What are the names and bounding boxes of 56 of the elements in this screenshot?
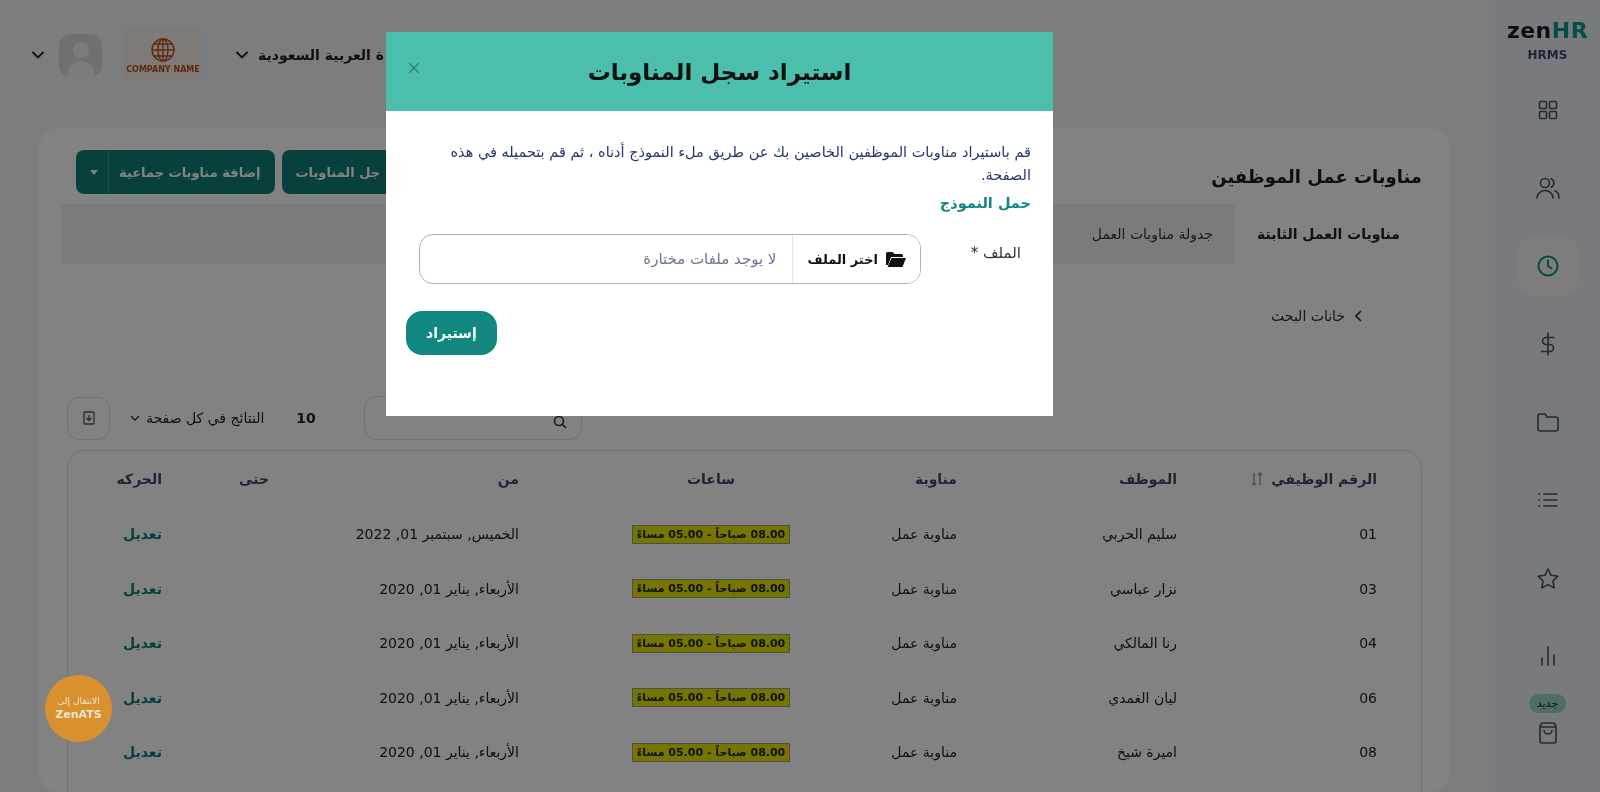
page-title: مناوبات عمل الموظفين — [1211, 166, 1422, 187]
column-header: حتى — [238, 471, 270, 487]
table-cell-text: نزار عباسي — [1109, 580, 1178, 597]
edit-link[interactable]: تعديل — [68, 635, 181, 652]
choose-file-button[interactable]: اختر الملف — [792, 235, 920, 283]
search-filters-toggle[interactable]: خانات البحث — [1271, 308, 1345, 324]
download-template-link[interactable]: حمل النموذج — [939, 195, 1031, 211]
hours-badge: 08.00 صباحاً - 05.00 مساءً — [631, 524, 791, 544]
table-cell-text: مناوبة عمل — [890, 689, 958, 706]
new-badge: جديد — [1528, 694, 1567, 713]
table-cell-text: 08 — [1358, 744, 1378, 761]
column-header: ساعات — [686, 471, 736, 487]
page-size-value: 10 — [296, 410, 316, 426]
table-cell-text: 04 — [1358, 635, 1378, 652]
zenhr-logo: zenHR — [1506, 20, 1589, 42]
hours-badge: 08.00 صباحاً - 05.00 مساءً — [631, 633, 791, 653]
table-cell-text: الأربعاء, يناير 01, 2020 — [378, 580, 520, 597]
tab[interactable]: مناوبات العمل الثابتة — [1235, 204, 1422, 264]
column-header: الحركه — [115, 471, 163, 487]
table-cell-text: الخميس, سبتمبر 01, 2022 — [354, 526, 520, 543]
edit-link[interactable]: تعديل — [68, 580, 181, 597]
product-name: HRMS — [1527, 48, 1568, 62]
table-cell-text: الأربعاء, يناير 01, 2020 — [378, 744, 520, 761]
column-header: الموظف — [1117, 471, 1178, 487]
tab[interactable]: جدولة مناوبات العمل — [1069, 204, 1235, 264]
bulk-add-split-button[interactable]: إضافة مناوبات جماعية — [76, 150, 275, 194]
table-cell-text: سليم الحربي — [1101, 526, 1178, 543]
modal-description: قم باستيراد مناوبات الموظفين الخاصين بك عن طريق ملء النموذج أدناه ، ثم قم بتحميله في هذه الصفحة. — [449, 141, 1031, 185]
file-input-field[interactable]: اختر الملف لا يوجد ملفات مختارة — [419, 234, 921, 284]
country-selector[interactable]: ة العربية السعودية — [258, 47, 385, 63]
company-logo: COMPANY NAME — [124, 29, 202, 81]
file-placeholder: لا يوجد ملفات مختارة — [643, 249, 778, 270]
table-cell-text: مناوبة عمل — [890, 744, 958, 761]
import-button[interactable]: إستيراد — [406, 311, 497, 355]
table-cell-text: ليان الغمدي — [1107, 689, 1178, 706]
modal-title: استيراد سجل المناوبات — [587, 58, 852, 85]
table-cell-text: 06 — [1358, 689, 1378, 706]
table-cell-text: رنا المالكي — [1112, 635, 1178, 652]
column-header: من — [496, 471, 520, 487]
hours-badge: 08.00 صباحاً - 05.00 مساءً — [631, 688, 791, 708]
table-cell-text: الأربعاء, يناير 01, 2020 — [378, 635, 520, 652]
column-header: الرقم الوظيفي — [1271, 471, 1377, 487]
edit-link[interactable]: تعديل — [68, 744, 181, 761]
table-cell-text: مناوبة عمل — [890, 635, 958, 652]
table-cell-text: 03 — [1358, 580, 1378, 597]
column-header: مناوبة — [913, 471, 958, 487]
file-label: الملف * — [969, 243, 1022, 262]
hours-badge: 08.00 صباحاً - 05.00 مساءً — [631, 579, 791, 599]
table-cell-text: اميرة شيخ — [1115, 744, 1178, 761]
table-cell-text: مناوبة عمل — [890, 580, 958, 597]
table-cell-text: الأربعاء, يناير 01, 2020 — [378, 689, 520, 706]
table-cell-text: 01 — [1358, 526, 1378, 543]
table-cell-text: مناوبة عمل — [890, 526, 958, 543]
hours-badge: 08.00 صباحاً - 05.00 مساءً — [631, 742, 791, 762]
page-size-dropdown[interactable]: النتائج في كل صفحة — [130, 410, 265, 426]
edit-link[interactable]: تعديل — [68, 526, 181, 543]
